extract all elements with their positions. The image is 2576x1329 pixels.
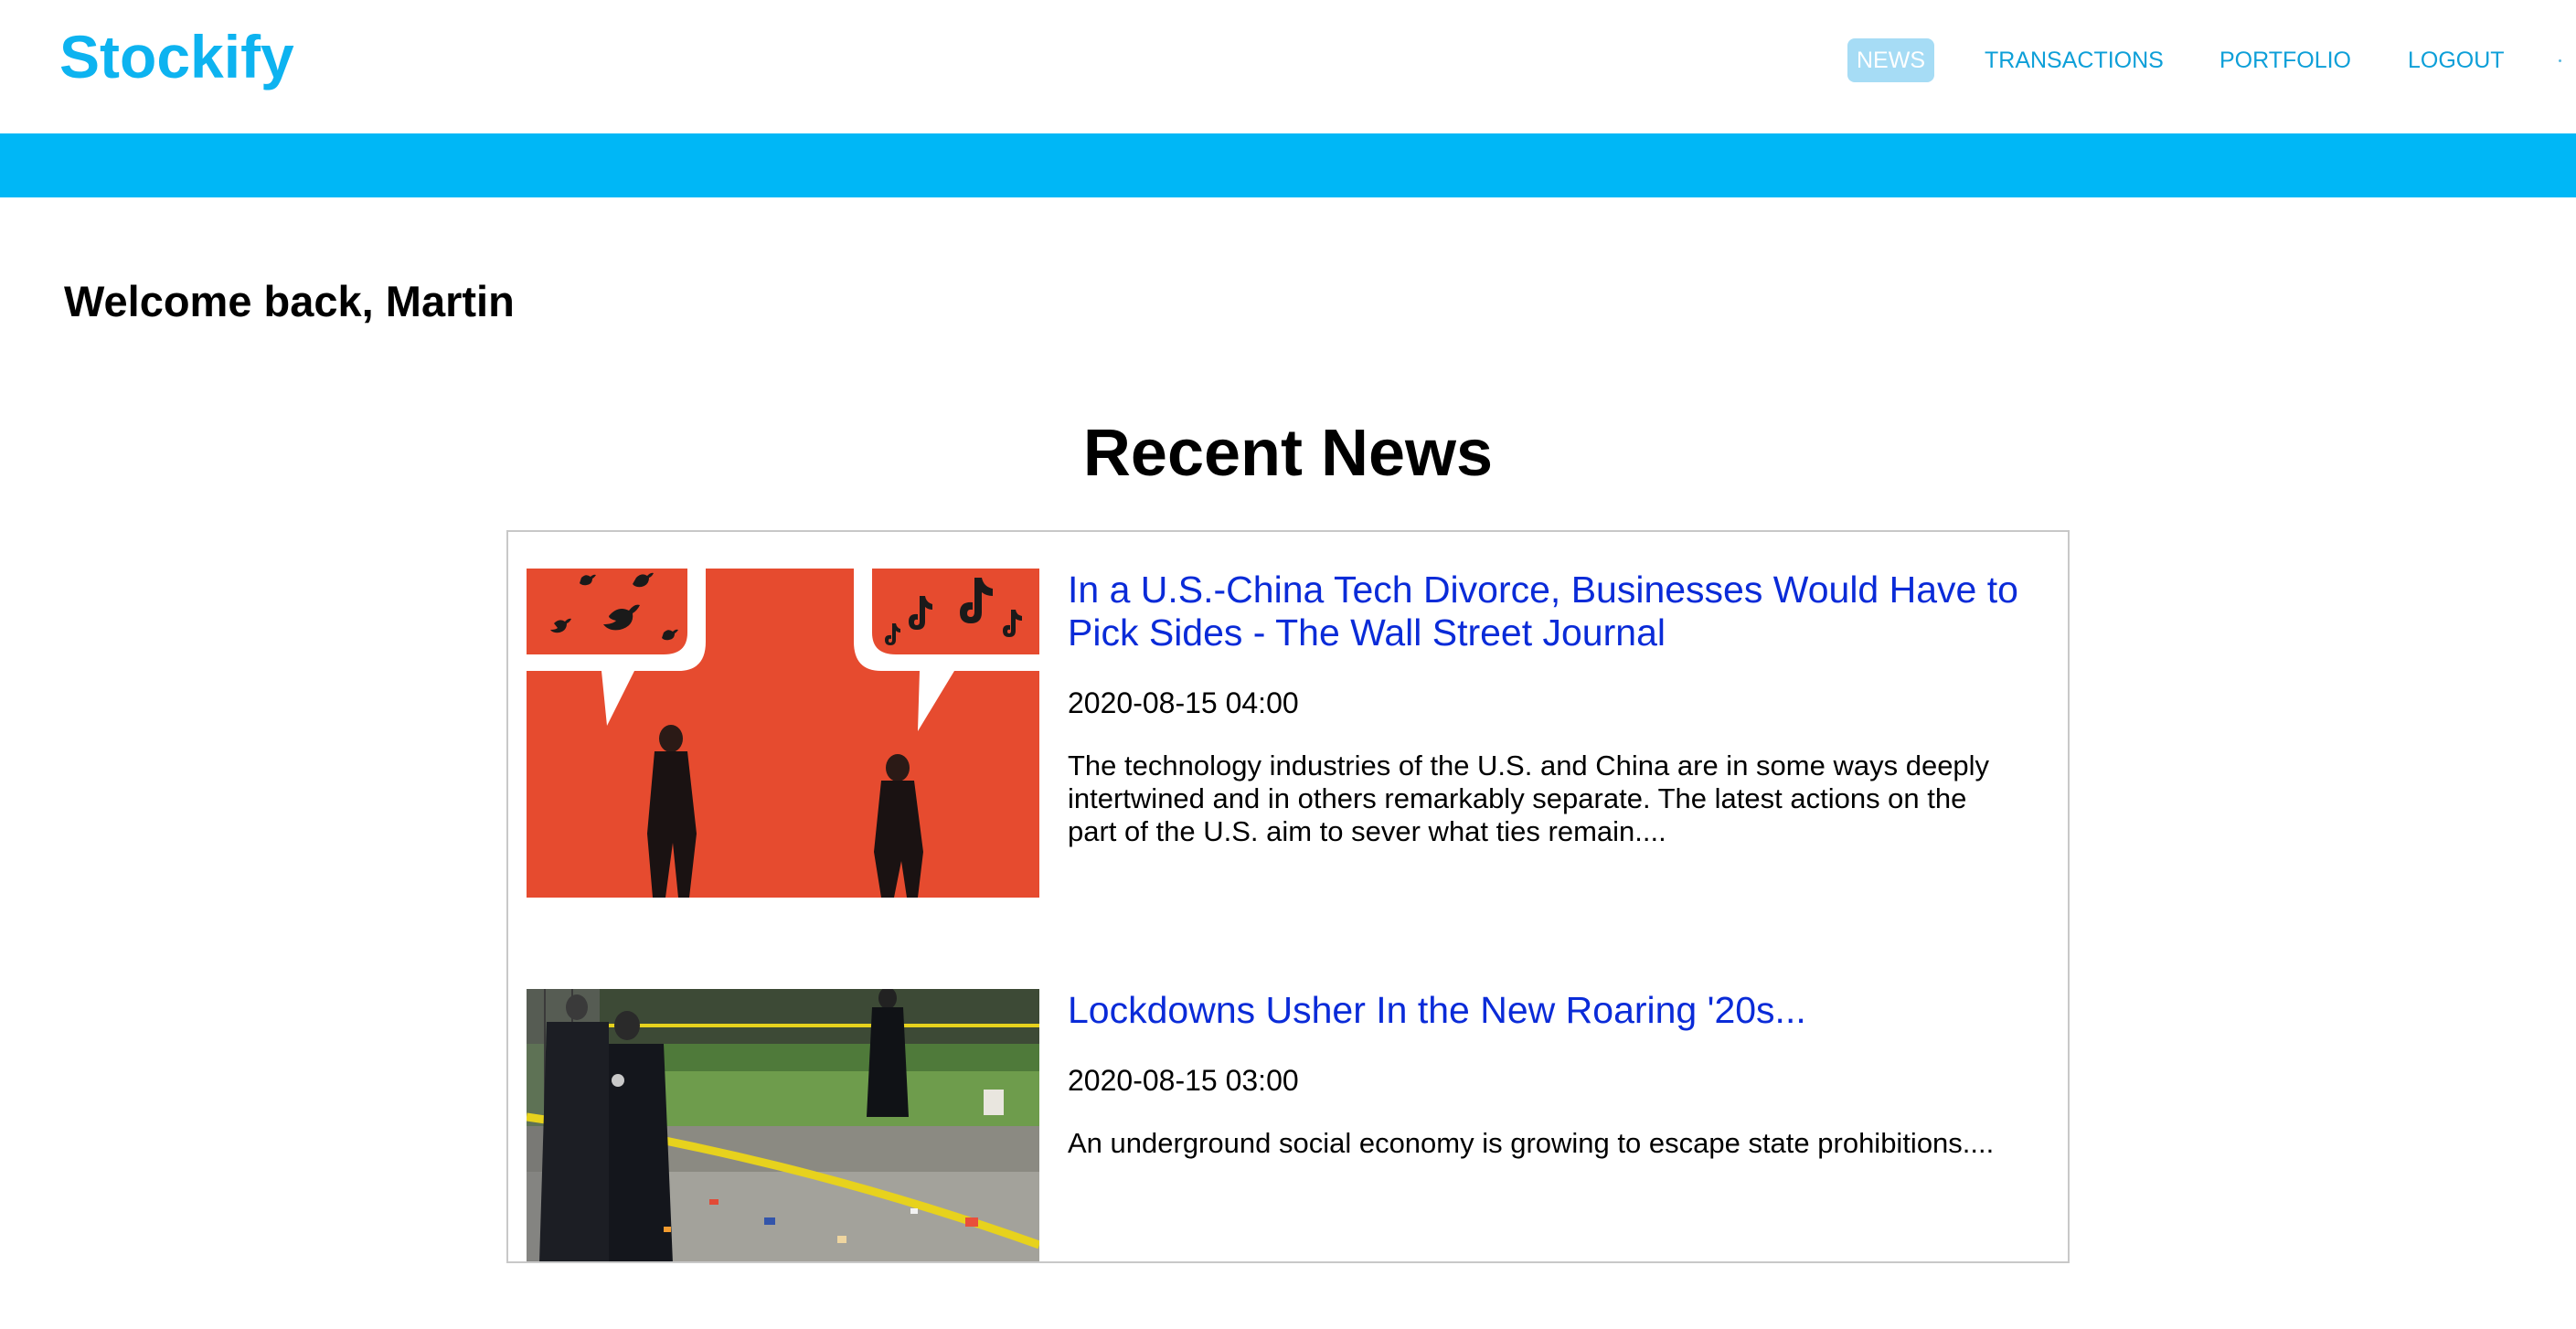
- brand-logo[interactable]: Stockify: [59, 22, 294, 91]
- article-date: 2020-08-15 04:00: [1068, 686, 1299, 719]
- top-header: Stockify NEWS TRANSACTIONS PORTFOLIO LOG…: [0, 0, 2576, 133]
- welcome-message: Welcome back, Martin: [64, 277, 515, 325]
- article-content: Lockdowns Usher In the New Roaring '20s.…: [1068, 989, 2018, 1160]
- article-thumbnail[interactable]: [527, 569, 1039, 898]
- header-band: [0, 133, 2576, 197]
- article-content: In a U.S.-China Tech Divorce, Businesses…: [1068, 569, 2018, 848]
- tech-divorce-image: [527, 569, 1039, 898]
- nav-portfolio[interactable]: PORTFOLIO: [2219, 38, 2351, 82]
- article-title-link[interactable]: In a U.S.-China Tech Divorce, Businesses…: [1068, 569, 2018, 654]
- article-thumbnail[interactable]: [527, 989, 1039, 1261]
- article-description: An underground social economy is growing…: [1068, 1127, 1995, 1159]
- lockdown-image: [527, 989, 1039, 1261]
- nav-transactions[interactable]: TRANSACTIONS: [1985, 38, 2164, 82]
- article-title-link[interactable]: Lockdowns Usher In the New Roaring '20s.…: [1068, 989, 2018, 1032]
- nav-logout[interactable]: LOGOUT: [2408, 38, 2505, 82]
- recent-news-title: Recent News: [1082, 417, 1494, 490]
- nav-news[interactable]: NEWS: [1847, 38, 1934, 82]
- news-list[interactable]: In a U.S.-China Tech Divorce, Businesses…: [506, 530, 2070, 1263]
- article-date: 2020-08-15 03:00: [1068, 1064, 1299, 1097]
- nav-overflow-indicator: [2559, 59, 2561, 62]
- article-description: The technology industries of the U.S. an…: [1068, 750, 1990, 847]
